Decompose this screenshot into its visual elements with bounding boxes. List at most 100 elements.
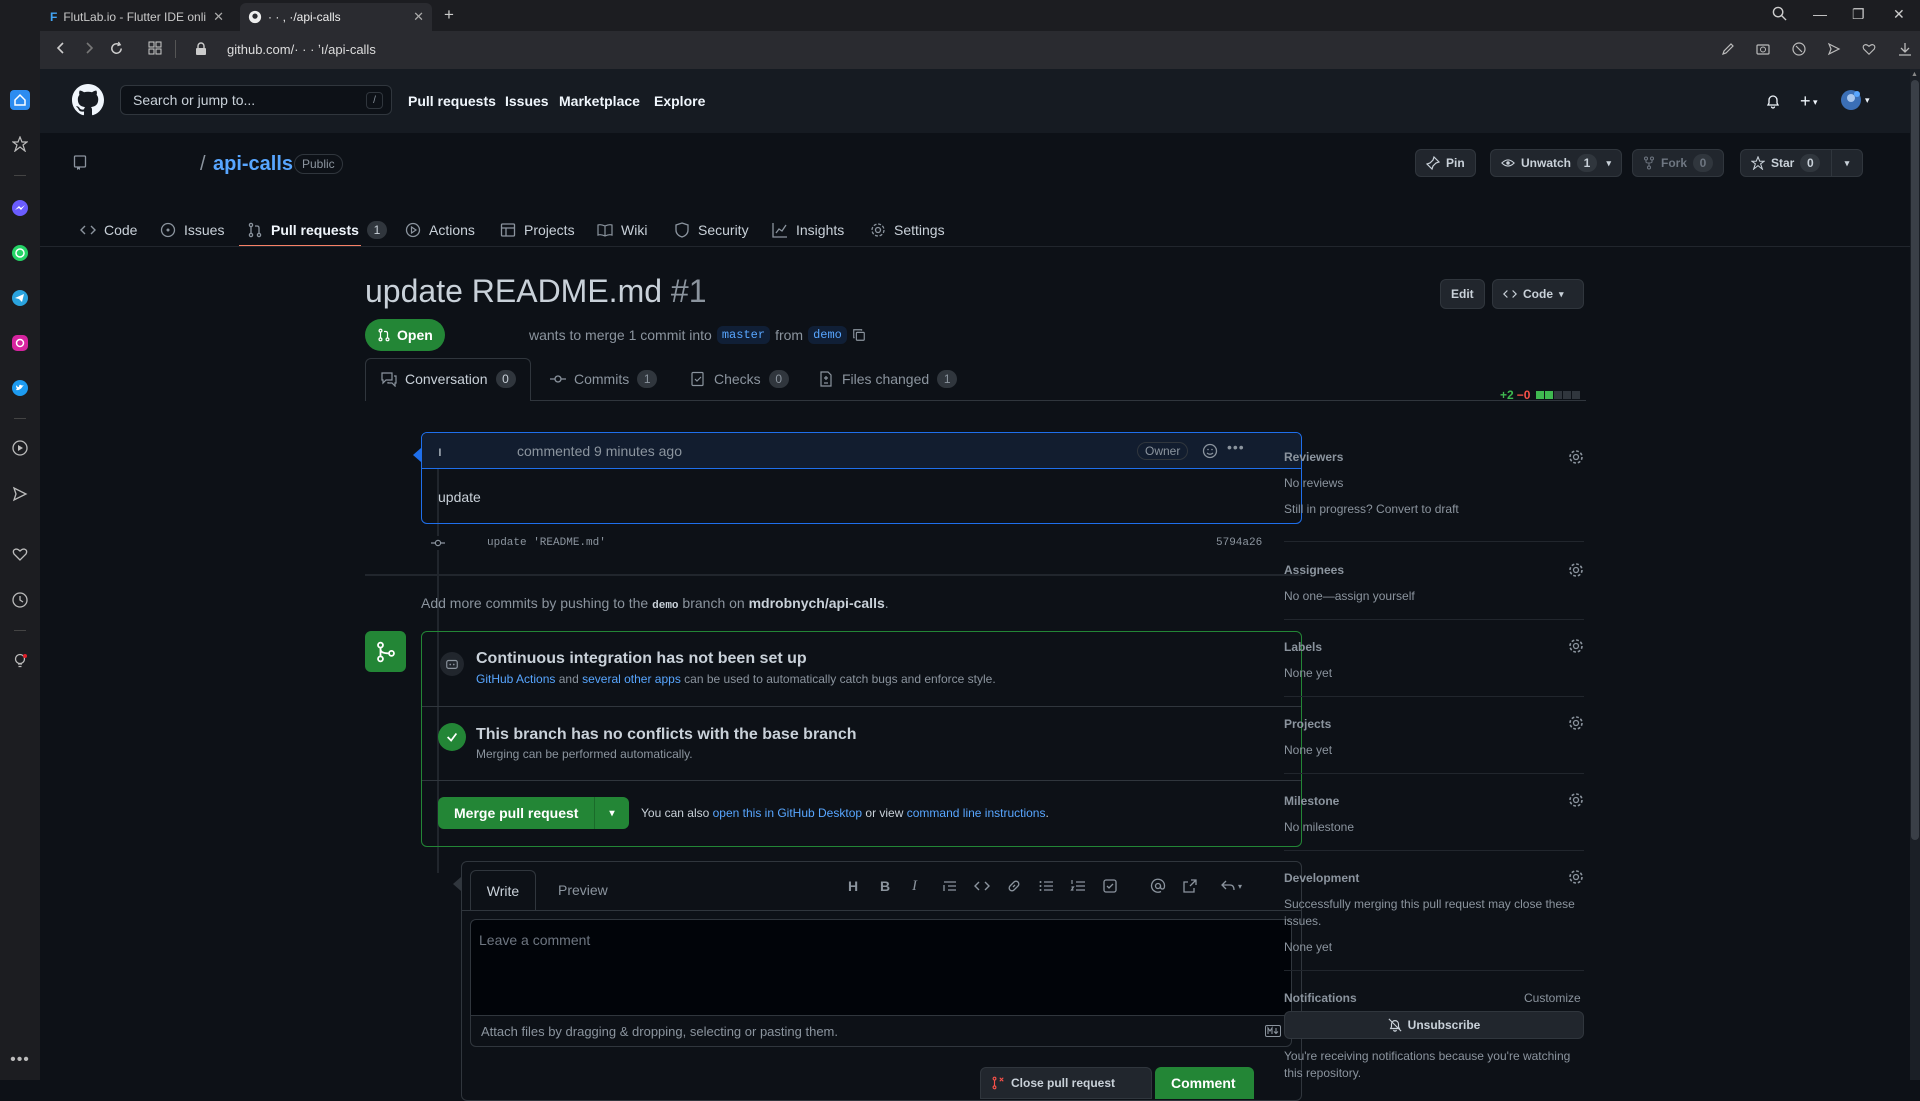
comment-author[interactable]: ı [438,443,442,459]
search-tabs-icon[interactable] [1772,6,1787,21]
base-branch[interactable]: master [716,326,771,344]
notification-bell-icon[interactable] [1765,93,1781,109]
nav-explore[interactable]: Explore [654,93,705,109]
commit-message-link[interactable]: update 'README.md' [487,537,606,549]
edit-icon[interactable] [1721,42,1735,56]
emoji-reaction-icon[interactable] [1202,443,1218,459]
push-hint-repo[interactable]: mdrobnych/api-calls [749,595,885,611]
development-heading[interactable]: Development [1284,871,1359,885]
assign-yourself-link[interactable]: No one—assign yourself [1284,589,1415,603]
instagram-icon[interactable] [10,333,30,353]
projects-heading[interactable]: Projects [1284,717,1331,731]
back-icon[interactable] [54,41,68,55]
player-icon[interactable] [10,438,30,458]
tab-conversation[interactable]: Conversation 0 [381,358,516,400]
search-input[interactable]: Search or jump to... / [120,85,392,115]
milestone-gear-icon[interactable] [1568,792,1584,808]
repo-name-link[interactable]: api-calls [213,153,293,176]
cross-reference-icon[interactable] [1182,878,1198,894]
messenger-icon[interactable] [10,198,30,218]
task-list-icon[interactable] [1102,878,1118,894]
tab-commits[interactable]: Commits 1 [550,358,658,400]
tab-insights[interactable]: Insights [772,213,844,247]
development-gear-icon[interactable] [1568,869,1584,885]
home-icon[interactable] [10,90,30,110]
scroll-up-icon[interactable]: ▲ [1911,71,1918,78]
milestone-heading[interactable]: Milestone [1284,794,1339,808]
heart-icon[interactable] [1862,42,1876,56]
github-actions-link[interactable]: GitHub Actions [476,672,555,686]
merge-pull-request-button[interactable]: Merge pull request ▾ [438,797,629,829]
history-clock-icon[interactable] [10,590,30,610]
browser-tab[interactable]: F FlutLab.io - Flutter IDE onli ✕ [42,3,232,31]
tab-actions[interactable]: Actions [405,213,475,247]
create-new-plus-icon[interactable]: + ▾ [1800,91,1818,112]
code-dropdown-button[interactable]: Code ▾ [1492,279,1584,309]
saved-replies-icon[interactable]: ▾ [1220,878,1250,894]
labels-heading[interactable]: Labels [1284,640,1322,654]
pin-button[interactable]: Pin [1415,149,1476,177]
comment-submit-button[interactable]: Comment [1155,1067,1254,1099]
tab-settings[interactable]: Settings [870,213,945,247]
forward-icon[interactable] [82,41,96,55]
merge-method-dropdown-icon[interactable]: ▾ [595,808,628,819]
close-window-icon[interactable]: ✕ [1893,6,1905,23]
nav-pull-requests[interactable]: Pull requests [408,93,496,109]
mention-icon[interactable] [1150,878,1166,894]
tab-write[interactable]: Write [470,870,536,911]
new-tab-icon[interactable]: + [444,5,454,25]
commit-sha-link[interactable]: 5794a26 [1216,537,1262,549]
command-line-link[interactable]: command line instructions [907,806,1046,820]
assignees-gear-icon[interactable] [1568,562,1584,578]
unordered-list-icon[interactable] [1038,878,1054,894]
labels-gear-icon[interactable] [1568,638,1584,654]
tab-wiki[interactable]: Wiki [597,213,647,247]
customize-notifications-link[interactable]: Customize [1524,991,1581,1005]
camera-icon[interactable] [1756,42,1770,56]
tab-preview[interactable]: Preview [558,882,608,898]
tab-projects[interactable]: Projects [500,213,575,247]
link-icon[interactable] [1006,878,1022,894]
telegram-icon[interactable] [10,288,30,308]
ordered-list-icon[interactable] [1070,878,1086,894]
close-tab-icon[interactable]: ✕ [413,9,424,25]
bold-icon[interactable]: B [880,878,896,894]
quote-icon[interactable] [942,878,958,894]
github-desktop-link[interactable]: open this in GitHub Desktop [713,806,862,820]
whatsapp-icon[interactable] [10,243,30,263]
twitter-icon[interactable] [10,378,30,398]
send-icon[interactable] [1827,42,1841,56]
scrollbar-thumb[interactable] [1911,80,1919,840]
reviewers-gear-icon[interactable] [1568,449,1584,465]
comment-timestamp[interactable]: commented 9 minutes ago [517,443,682,459]
minimize-icon[interactable]: — [1813,6,1827,22]
heading-icon[interactable]: H [848,878,864,894]
reload-icon[interactable] [109,41,124,56]
convert-to-draft-link[interactable]: Still in progress? Convert to draft [1284,502,1459,516]
close-pull-request-button[interactable]: Close pull request [980,1067,1152,1099]
send-icon[interactable] [10,484,30,504]
download-icon[interactable] [1898,42,1912,56]
fork-button[interactable]: Fork 0 [1632,149,1725,177]
other-apps-link[interactable]: several other apps [582,672,681,686]
comment-textarea[interactable]: Leave a comment [470,919,1292,1016]
reviewers-heading[interactable]: Reviewers [1284,450,1343,464]
browser-tab-active[interactable]: · · , ·/api-calls ✕ [240,3,432,31]
github-logo-icon[interactable] [72,84,104,116]
italic-icon[interactable]: I [912,878,928,894]
markdown-icon[interactable] [1265,1025,1281,1037]
close-tab-icon[interactable]: ✕ [213,9,224,25]
kebab-menu-icon[interactable]: ••• [1227,439,1245,455]
star-list-dropdown[interactable]: ▾ [1831,149,1863,177]
projects-gear-icon[interactable] [1568,715,1584,731]
tab-pull-requests[interactable]: Pull requests 1 [247,213,387,247]
more-dots-icon[interactable]: ••• [10,1050,30,1070]
nav-marketplace[interactable]: Marketplace [559,93,640,109]
copy-icon[interactable] [852,328,866,342]
star-button[interactable]: Star 0 [1740,149,1832,177]
code-icon[interactable] [974,878,990,894]
heart-icon[interactable] [10,544,30,564]
speed-dial-icon[interactable] [148,41,162,55]
unsubscribe-button[interactable]: Unsubscribe [1284,1011,1584,1039]
tab-issues[interactable]: Issues [160,213,224,247]
